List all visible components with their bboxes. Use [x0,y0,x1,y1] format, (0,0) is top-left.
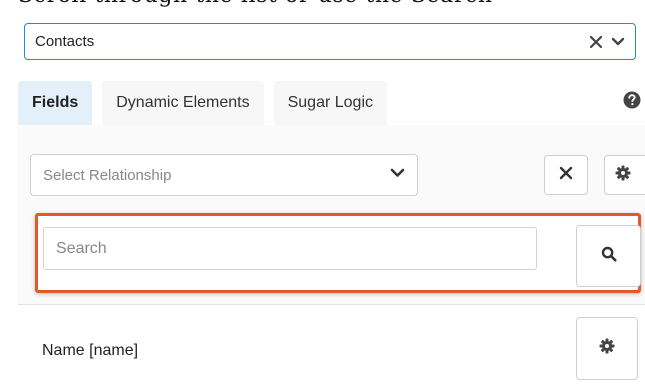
document-caption: Scroll through the list or use the Searc… [18,0,493,8]
relationship-select[interactable]: Select Relationship [30,154,418,196]
tab-label: Sugar Logic [287,94,373,111]
gear-icon [615,165,631,186]
tab-dynamic-elements[interactable]: Dynamic Elements [102,81,264,125]
tab-label: Dynamic Elements [116,94,250,111]
close-icon [559,166,573,185]
field-settings-button[interactable] [576,317,638,380]
search-input[interactable] [43,227,537,270]
module-select-value: Contacts [35,33,95,50]
question-circle-icon[interactable] [623,91,641,109]
tab-bar: Fields Dynamic Elements Sugar Logic [18,81,397,125]
tab-fields[interactable]: Fields [18,81,93,125]
relationship-settings-button[interactable] [604,155,645,195]
close-icon[interactable] [589,35,603,49]
chevron-down-icon [390,166,405,184]
search-button[interactable] [576,225,641,287]
tab-sugar-logic[interactable]: Sugar Logic [273,81,387,125]
search-box [35,213,641,293]
list-item[interactable]: Name [name] [18,305,645,390]
relationship-select-placeholder: Select Relationship [43,166,172,184]
tab-label: Fields [32,94,79,111]
module-select[interactable]: Contacts [24,23,636,60]
chevron-down-icon[interactable] [611,37,625,47]
clear-relationship-button[interactable] [544,155,588,195]
gear-icon [599,338,615,359]
search-icon [601,246,617,267]
field-label: Name [name] [42,342,139,359]
